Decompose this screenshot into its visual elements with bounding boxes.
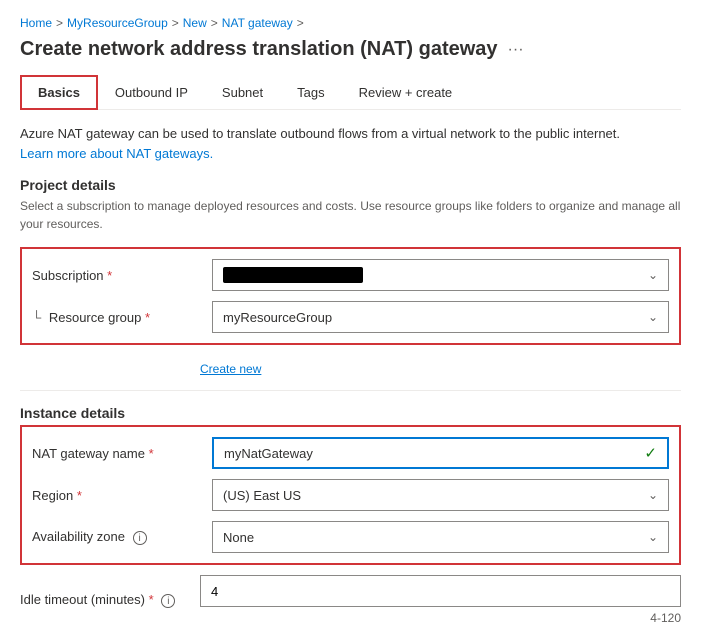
availability-zone-value: None bbox=[223, 530, 254, 545]
nat-gateway-name-value: myNatGateway bbox=[224, 446, 313, 461]
region-value: (US) East US bbox=[223, 488, 301, 503]
subscription-value-redacted bbox=[223, 267, 363, 283]
tab-tags[interactable]: Tags bbox=[280, 76, 341, 109]
page-title: Create network address translation (NAT)… bbox=[20, 38, 498, 61]
subscription-control: ⌄ bbox=[212, 259, 669, 291]
region-label: Region * bbox=[32, 488, 212, 503]
idle-timeout-control: 4-120 bbox=[200, 575, 681, 625]
availability-zone-dropdown[interactable]: None ⌄ bbox=[212, 521, 669, 553]
description-main: Azure NAT gateway can be used to transla… bbox=[20, 126, 620, 141]
availability-zone-chevron-icon: ⌄ bbox=[648, 530, 658, 544]
project-details-desc: Select a subscription to manage deployed… bbox=[20, 197, 681, 233]
idle-timeout-label: Idle timeout (minutes) * i bbox=[20, 592, 200, 609]
breadcrumb-home[interactable]: Home bbox=[20, 16, 52, 30]
idle-timeout-row: Idle timeout (minutes) * i 4-120 bbox=[20, 575, 681, 625]
breadcrumb-resource-group[interactable]: MyResourceGroup bbox=[67, 16, 168, 30]
idle-timeout-required: * bbox=[149, 592, 154, 607]
resource-group-dropdown[interactable]: myResourceGroup ⌄ bbox=[212, 301, 669, 333]
learn-more-link[interactable]: Learn more about NAT gateways. bbox=[20, 146, 213, 161]
breadcrumb-new[interactable]: New bbox=[183, 16, 207, 30]
idle-timeout-info-icon[interactable]: i bbox=[161, 594, 175, 608]
availability-zone-control: None ⌄ bbox=[212, 521, 669, 553]
subscription-dropdown[interactable]: ⌄ bbox=[212, 259, 669, 291]
nat-gateway-name-control: myNatGateway ✓ bbox=[212, 437, 669, 469]
subscription-required: * bbox=[107, 268, 112, 283]
more-options-icon[interactable]: ··· bbox=[508, 41, 524, 59]
subscription-label: Subscription * bbox=[32, 268, 212, 283]
section-divider bbox=[20, 390, 681, 391]
breadcrumb-sep-2: > bbox=[172, 16, 179, 30]
region-dropdown[interactable]: (US) East US ⌄ bbox=[212, 479, 669, 511]
resource-group-required: * bbox=[145, 310, 150, 325]
tab-review-create[interactable]: Review + create bbox=[342, 76, 470, 109]
tab-outbound-ip[interactable]: Outbound IP bbox=[98, 76, 205, 109]
availability-zone-label: Availability zone i bbox=[32, 529, 212, 546]
resource-group-value: myResourceGroup bbox=[223, 310, 332, 325]
region-chevron-icon: ⌄ bbox=[648, 488, 658, 502]
breadcrumb: Home > MyResourceGroup > New > NAT gatew… bbox=[20, 16, 681, 30]
tab-basics[interactable]: Basics bbox=[20, 75, 98, 110]
resource-group-row: └ Resource group * myResourceGroup ⌄ bbox=[32, 301, 669, 333]
idle-timeout-range: 4-120 bbox=[200, 611, 681, 625]
nat-gateway-name-row: NAT gateway name * myNatGateway ✓ bbox=[32, 437, 669, 469]
create-new-link[interactable]: Create new bbox=[200, 362, 261, 376]
breadcrumb-sep-1: > bbox=[56, 16, 63, 30]
resource-group-chevron-icon: ⌄ bbox=[648, 310, 658, 324]
instance-details-title: Instance details bbox=[20, 405, 681, 421]
project-details-group: Subscription * ⌄ └ Resource group * myRe… bbox=[20, 247, 681, 345]
availability-zone-info-icon[interactable]: i bbox=[133, 531, 147, 545]
idle-timeout-input[interactable] bbox=[200, 575, 681, 607]
description-text: Azure NAT gateway can be used to transla… bbox=[20, 124, 681, 163]
nat-gateway-name-label: NAT gateway name * bbox=[32, 446, 212, 461]
availability-zone-row: Availability zone i None ⌄ bbox=[32, 521, 669, 553]
breadcrumb-nat-gateway[interactable]: NAT gateway bbox=[222, 16, 293, 30]
region-row: Region * (US) East US ⌄ bbox=[32, 479, 669, 511]
project-details-title: Project details bbox=[20, 177, 681, 193]
nat-gateway-required: * bbox=[149, 446, 154, 461]
breadcrumb-sep-3: > bbox=[211, 16, 218, 30]
region-required: * bbox=[77, 488, 82, 503]
breadcrumb-sep-4: > bbox=[297, 16, 304, 30]
tabs-bar: Basics Outbound IP Subnet Tags Review + … bbox=[20, 75, 681, 110]
resource-group-control: myResourceGroup ⌄ bbox=[212, 301, 669, 333]
page-title-row: Create network address translation (NAT)… bbox=[20, 38, 681, 61]
instance-details-section: Instance details NAT gateway name * myNa… bbox=[20, 405, 681, 625]
subscription-row: Subscription * ⌄ bbox=[32, 259, 669, 291]
instance-details-group: NAT gateway name * myNatGateway ✓ Region… bbox=[20, 425, 681, 565]
resource-group-label: └ Resource group * bbox=[32, 310, 212, 325]
subscription-chevron-icon: ⌄ bbox=[648, 268, 658, 282]
tab-subnet[interactable]: Subnet bbox=[205, 76, 280, 109]
region-control: (US) East US ⌄ bbox=[212, 479, 669, 511]
nat-gateway-valid-icon: ✓ bbox=[644, 444, 657, 462]
nat-gateway-name-input[interactable]: myNatGateway ✓ bbox=[212, 437, 669, 469]
